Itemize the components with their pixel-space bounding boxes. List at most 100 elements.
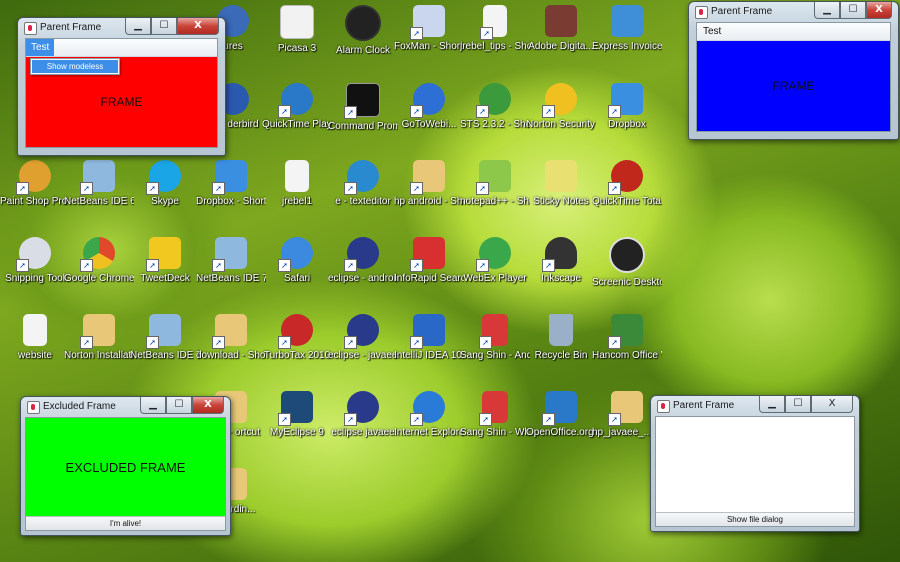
document-icon bbox=[285, 160, 309, 192]
desktop-icon-label: NetBeans IDE 6.9.1 bbox=[64, 196, 134, 207]
desktop-icon-hancom[interactable]: ➚Hancom Office View... bbox=[592, 314, 662, 362]
desktop-icon-label: NetBeans IDE 7.0 bbox=[196, 273, 266, 284]
minimize-button[interactable]: ▁ bbox=[759, 396, 785, 413]
desktop-icon-adobe-digital[interactable]: Adobe Digita... bbox=[526, 5, 596, 53]
picasa-icon bbox=[280, 5, 314, 39]
desktop-icon-gotowebinar[interactable]: ➚ GoToWebi... bbox=[394, 83, 464, 131]
desktop-icon-foxman[interactable]: ➚FoxMan - Shortcut bbox=[394, 5, 464, 53]
excluded-frame-window[interactable]: Excluded Frame ▁ ☐ X EXCLUDED FRAME I'm … bbox=[20, 396, 231, 536]
desktop-icon-jrebel-tips[interactable]: ➚jrebel_tips - Shortcut bbox=[460, 5, 530, 53]
desktop-icon-label: Norton Security Scan bbox=[526, 119, 596, 130]
desktop-icon-download[interactable]: ➚download - Shortcut bbox=[196, 314, 266, 362]
dropbox-icon: ➚ bbox=[212, 160, 247, 195]
desktop-icon-eclipse-javaee-galileo[interactable]: ➚eclipse - javaee-gali... bbox=[328, 314, 398, 362]
window-titlebar[interactable]: Parent Frame ▁ ☐ X bbox=[651, 396, 859, 416]
close-button[interactable]: X bbox=[177, 18, 219, 35]
parent-frame-window-blue[interactable]: Parent Frame ▁ ☐ X Test FRAME bbox=[688, 1, 899, 140]
globe-icon: ➚ bbox=[476, 237, 511, 272]
desktop-icon-inforapid[interactable]: ➚InfoRapid Search... bbox=[394, 237, 464, 285]
desktop-icon-eclipse-javaee[interactable]: ➚ eclipse javaee bbox=[328, 391, 398, 439]
netbeans-icon: ➚ bbox=[80, 160, 115, 195]
desktop-icon-alarm-clock[interactable]: Alarm Clock bbox=[328, 5, 398, 57]
film-reel-icon bbox=[609, 237, 645, 273]
window-content: Test FRAME bbox=[696, 22, 891, 132]
minimize-button[interactable]: ▁ bbox=[140, 397, 166, 414]
parent-frame-window-white[interactable]: Parent Frame ▁ ☐ X Show file dialog bbox=[650, 395, 860, 532]
desktop-icon-e-texteditor[interactable]: ➚ e - texteditor bbox=[328, 160, 398, 208]
desktop-icon-eclipse-android[interactable]: ➚ eclipse - android bbox=[328, 237, 398, 285]
desktop-icon-jrebel1[interactable]: jrebel1 bbox=[262, 160, 332, 208]
desktop-icon-dropbox[interactable]: ➚ Dropbox bbox=[592, 83, 662, 131]
editor-icon: ➚ bbox=[344, 160, 379, 195]
desktop-icon-inkscape[interactable]: ➚ Inkscape bbox=[526, 237, 596, 285]
desktop-icon-openoffice[interactable]: ➚OpenOffice.org 3.1 bbox=[526, 391, 596, 439]
desktop-icon-turbotax[interactable]: ➚ TurboTax 2010 bbox=[262, 314, 332, 362]
office-viewer-icon: ➚ bbox=[608, 314, 643, 349]
desktop-icon-skype[interactable]: ➚ Skype bbox=[130, 160, 200, 208]
maximize-button[interactable]: ☐ bbox=[151, 18, 177, 35]
show-modeless-menu-item[interactable]: Show modeless bbox=[32, 60, 118, 73]
netbeans-icon: ➚ bbox=[146, 314, 181, 349]
window-titlebar[interactable]: Excluded Frame ▁ ☐ X bbox=[21, 397, 230, 417]
parent-frame-window-red[interactable]: Parent Frame ▁ ☐ X Test FRAME Show model… bbox=[17, 17, 226, 156]
desktop-icon-chrome[interactable]: ➚ Google Chrome bbox=[64, 237, 134, 285]
show-file-dialog-button[interactable]: Show file dialog bbox=[656, 512, 854, 526]
desktop-icon-sang-shin-android[interactable]: ➚Sang Shin - Android pr... bbox=[460, 314, 530, 362]
desktop-icon-website[interactable]: website bbox=[0, 314, 70, 362]
window-titlebar[interactable]: Parent Frame ▁ ☐ X bbox=[689, 2, 898, 22]
desktop-icon-picasa[interactable]: Picasa 3 bbox=[262, 5, 332, 55]
excluded-frame-panel: EXCLUDED FRAME bbox=[26, 418, 225, 516]
test-menu-dropdown: Show modeless bbox=[30, 58, 120, 75]
desktop-icon-snipping-tool[interactable]: ➚ Snipping Tool bbox=[0, 237, 70, 285]
maximize-button[interactable]: ☐ bbox=[166, 397, 192, 414]
desktop-icon-command-prompt[interactable]: ➚ Command Prompt bbox=[328, 83, 398, 133]
desktop-icon-label: Sang Shin - Android pr... bbox=[460, 350, 530, 361]
desktop-icon-norton-installation[interactable]: ➚Norton Installati... bbox=[64, 314, 134, 362]
checkmark-icon: ➚ bbox=[278, 314, 313, 349]
desktop-icon-paint-shop-pro[interactable]: ➚ Paint Shop Pro 6 bbox=[0, 160, 70, 208]
desktop-icon-quicktime[interactable]: ➚QuickTime Player bbox=[262, 83, 332, 131]
desktop-icon-netbeans-691[interactable]: ➚NetBeans IDE 6.9.1 bbox=[64, 160, 134, 208]
close-button[interactable]: X bbox=[811, 396, 853, 413]
desktop-icon-myeclipse[interactable]: ➚ MyEclipse 9 bbox=[262, 391, 332, 439]
desktop-icon-sticky-notes[interactable]: Sticky Notes bbox=[526, 160, 596, 208]
minimize-button[interactable]: ▁ bbox=[125, 18, 151, 35]
minimize-button[interactable]: ▁ bbox=[814, 2, 840, 19]
desktop-icon-recycle-bin[interactable]: Recycle Bin bbox=[526, 314, 596, 362]
im-alive-button[interactable]: I'm alive! bbox=[26, 516, 225, 530]
desktop-icon-dropbox-shortcut[interactable]: ➚Dropbox - Shortcut bbox=[196, 160, 266, 208]
desktop-icon-webex[interactable]: ➚ WebEx Player bbox=[460, 237, 530, 285]
desktop-icon-safari[interactable]: ➚ Safari bbox=[262, 237, 332, 285]
desktop-icon-screenic[interactable]: Screenic Desktop 2 bbox=[592, 237, 662, 289]
desktop-icon-label: website bbox=[18, 350, 52, 361]
desktop-icon-intellij[interactable]: ➚IntelliJ IDEA 10.0.3 bbox=[394, 314, 464, 362]
eclipse-icon: ➚ bbox=[344, 391, 379, 426]
desktop-icon-label: InfoRapid Search... bbox=[394, 273, 464, 284]
bird-icon: ➚ bbox=[146, 237, 181, 272]
desktop-icon-internet-explorer[interactable]: ➚ Internet Explorer bbox=[394, 391, 464, 439]
video-converter-icon: ➚ bbox=[608, 160, 643, 195]
close-button[interactable]: X bbox=[192, 397, 224, 414]
desktop-icon-hp-android[interactable]: ➚hp android - Shortcut bbox=[394, 160, 464, 208]
desktop-icon-sts[interactable]: ➚STS 2.3.2 - Shortcut bbox=[460, 83, 530, 131]
maximize-button[interactable]: ☐ bbox=[785, 396, 811, 413]
desktop-icon-express-invoice[interactable]: Express Invoice bbox=[592, 5, 662, 53]
window-titlebar[interactable]: Parent Frame ▁ ☐ X bbox=[18, 18, 225, 38]
desktop-icon-label: e - texteditor bbox=[335, 196, 391, 207]
desktop-icon-qt-total-video[interactable]: ➚QuickTime Total Video Conv... bbox=[592, 160, 662, 208]
desktop-icon-tweetdeck[interactable]: ➚ TweetDeck bbox=[130, 237, 200, 285]
desktop-icon-label: eclipse javaee bbox=[331, 427, 395, 438]
desktop-icon-netbeans-701[interactable]: ➚NetBeans IDE 7.0.1 bbox=[130, 314, 200, 362]
menu-test[interactable]: Test bbox=[703, 26, 721, 37]
maximize-button[interactable]: ☐ bbox=[840, 2, 866, 19]
document-icon bbox=[23, 314, 47, 346]
desktop-icon-netbeans-70[interactable]: ➚NetBeans IDE 7.0 bbox=[196, 237, 266, 285]
menu-test[interactable]: Test bbox=[26, 39, 55, 56]
desktop-icon-notepadpp[interactable]: ➚notepad++ - Shortcut bbox=[460, 160, 530, 208]
desktop-icon-sang-shin-whats-new[interactable]: ➚Sang Shin - Whats new ... bbox=[460, 391, 530, 439]
desktop-icon-norton-scan[interactable]: ➚Norton Security Scan bbox=[526, 83, 596, 131]
frame-panel: FRAME bbox=[697, 41, 890, 131]
desktop-icon-label: TurboTax 2010 bbox=[263, 350, 331, 361]
close-button[interactable]: X bbox=[866, 2, 892, 19]
desktop-icon-label: Dropbox - Shortcut bbox=[196, 196, 266, 207]
